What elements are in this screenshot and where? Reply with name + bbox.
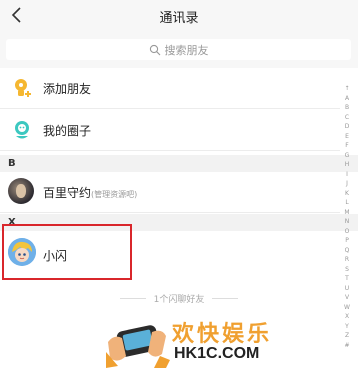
my-circle-row[interactable]: 我的圈子 <box>0 110 340 151</box>
divider <box>212 298 239 299</box>
add-friend-icon <box>15 79 31 97</box>
friend-count-text: 1个闪聊好友 <box>153 295 205 305</box>
divider <box>119 298 146 299</box>
search-input[interactable]: 搜索朋友 <box>6 39 351 60</box>
index-letter[interactable]: # <box>344 342 349 349</box>
index-letter[interactable]: F <box>345 143 348 149</box>
index-letter[interactable]: H <box>345 162 350 168</box>
add-friend-label: 添加朋友 <box>43 82 92 96</box>
my-circle-label: 我的圈子 <box>43 124 92 138</box>
index-letter[interactable]: M <box>344 209 349 216</box>
avatar <box>8 178 34 204</box>
highlight-box <box>2 224 132 280</box>
alphabet-index[interactable]: ↑ A B C D E F G H I J K L M N O P Q R S … <box>341 86 353 349</box>
contact-name: 百里守约(管理资源吧) <box>43 184 137 201</box>
circle-icon <box>15 121 29 139</box>
watermark-gamepad-icon <box>106 325 170 368</box>
search-icon <box>149 44 160 55</box>
index-letter[interactable]: U <box>345 285 349 292</box>
index-letter[interactable]: Y <box>345 323 349 330</box>
contact-row[interactable]: 百里守约(管理资源吧) <box>0 172 340 213</box>
index-letter[interactable]: L <box>345 200 348 206</box>
friend-count: 1个闪聊好友 <box>0 292 358 305</box>
add-friend-row[interactable]: 添加朋友 <box>0 68 340 109</box>
index-letter[interactable]: C <box>345 114 349 121</box>
page-title: 通讯录 <box>159 11 199 26</box>
index-letter[interactable]: X <box>345 314 349 320</box>
index-letter[interactable]: W <box>344 304 350 311</box>
index-letter[interactable]: R <box>345 257 349 263</box>
search-area: 搜索朋友 <box>0 32 358 68</box>
index-letter[interactable]: O <box>345 228 350 235</box>
index-letter[interactable]: E <box>345 133 349 140</box>
index-letter[interactable]: P <box>345 238 349 244</box>
index-letter[interactable]: N <box>345 219 350 225</box>
index-letter[interactable]: Q <box>345 247 350 254</box>
contact-name-text: 百里守约 <box>43 186 92 200</box>
index-letter[interactable]: B <box>345 105 349 111</box>
watermark-url: HK1C.COM <box>174 345 260 362</box>
index-letter[interactable]: G <box>345 152 350 159</box>
section-header-b: B <box>0 155 358 172</box>
index-letter[interactable]: J <box>346 181 348 187</box>
top-bar: 通讯录 <box>0 0 358 32</box>
index-letter[interactable]: D <box>345 124 350 130</box>
contact-note: (管理资源吧) <box>91 190 138 199</box>
index-letter[interactable]: ↑ <box>344 86 349 92</box>
index-letter[interactable]: A <box>345 95 349 102</box>
index-letter[interactable]: Z <box>345 333 349 339</box>
search-placeholder: 搜索朋友 <box>164 43 209 57</box>
index-letter[interactable]: K <box>345 190 349 197</box>
index-letter[interactable]: I <box>346 171 348 178</box>
watermark-title: 欢快娱乐 <box>172 322 273 347</box>
index-letter[interactable]: T <box>345 276 349 282</box>
index-letter[interactable]: S <box>345 266 349 273</box>
